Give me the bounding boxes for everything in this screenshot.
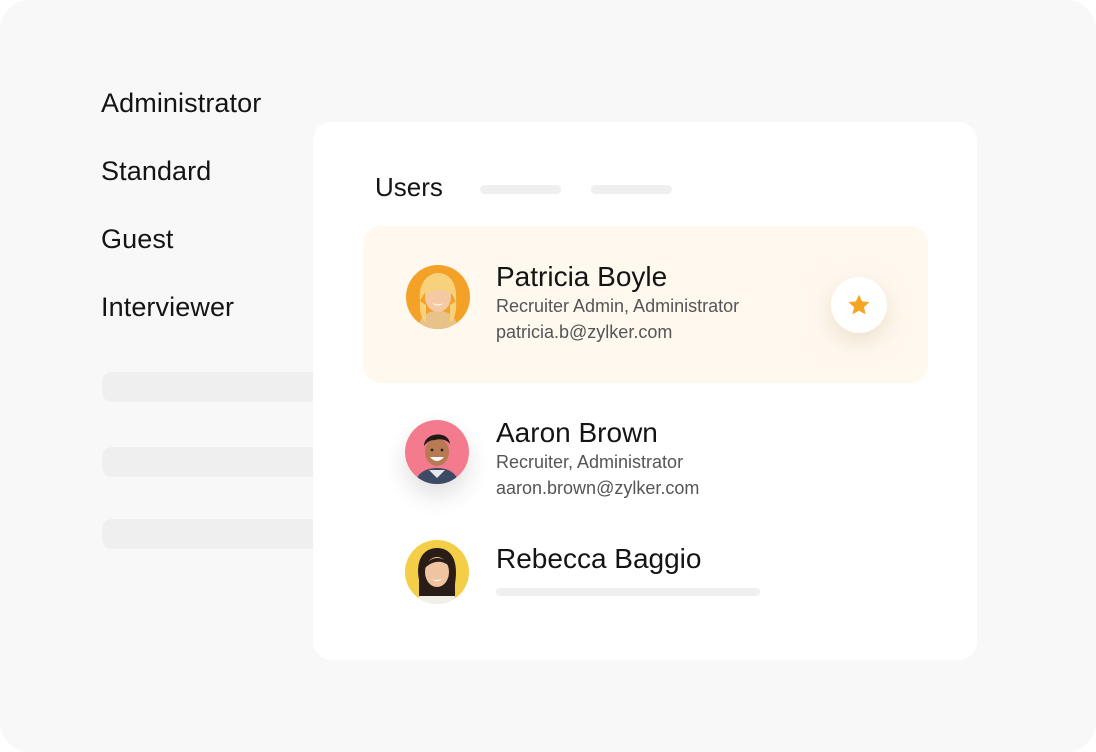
user-detail-placeholder bbox=[496, 588, 760, 596]
person-avatar-icon bbox=[405, 540, 469, 604]
role-placeholder-bar bbox=[102, 519, 342, 549]
users-card-title: Users bbox=[375, 172, 443, 202]
tab-placeholder[interactable] bbox=[480, 185, 561, 194]
user-role: Recruiter, Administrator bbox=[496, 452, 684, 472]
user-name[interactable]: Patricia Boyle bbox=[496, 261, 667, 293]
user-role: Recruiter Admin, Administrator bbox=[496, 296, 740, 316]
tab-placeholder[interactable] bbox=[591, 185, 672, 194]
users-card: Users Patricia Boyle Recruiter Admin, Ad… bbox=[313, 122, 977, 660]
avatar bbox=[406, 265, 470, 329]
role-placeholder-bar bbox=[102, 447, 342, 477]
user-email: patricia.b@zylker.com bbox=[496, 322, 673, 342]
user-email: aaron.brown@zylker.com bbox=[496, 478, 700, 498]
star-icon bbox=[848, 294, 870, 315]
role-item-standard[interactable]: Standard bbox=[101, 156, 211, 187]
user-name[interactable]: Aaron Brown bbox=[496, 417, 658, 449]
role-placeholder-bar bbox=[102, 372, 342, 402]
role-item-administrator[interactable]: Administrator bbox=[101, 88, 261, 119]
app-background: Administrator Standard Guest Interviewer… bbox=[0, 0, 1096, 752]
person-avatar-icon bbox=[405, 420, 469, 484]
user-name[interactable]: Rebecca Baggio bbox=[496, 543, 701, 575]
favorite-button[interactable] bbox=[831, 277, 887, 333]
role-item-guest[interactable]: Guest bbox=[101, 224, 174, 255]
role-item-interviewer[interactable]: Interviewer bbox=[101, 292, 234, 323]
avatar bbox=[405, 420, 469, 484]
avatar bbox=[405, 540, 469, 604]
person-avatar-icon bbox=[406, 265, 470, 329]
